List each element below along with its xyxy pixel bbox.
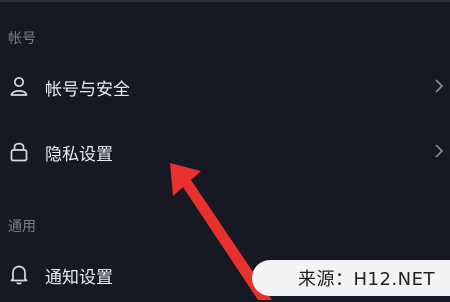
red-pointer-arrow [170, 163, 272, 300]
source-watermark: 来源：H12.NET [252, 260, 450, 296]
